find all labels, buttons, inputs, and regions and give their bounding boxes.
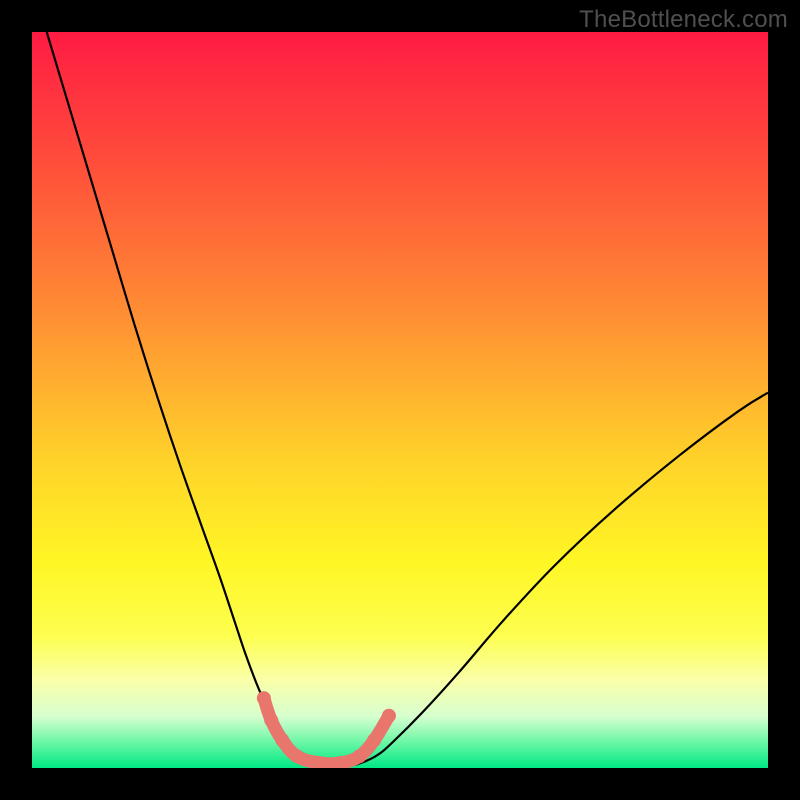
marker-dot — [257, 691, 271, 705]
chart-plot-area — [32, 32, 768, 768]
chart-background-gradient — [32, 32, 768, 768]
marker-dot — [275, 733, 289, 747]
marker-dot — [353, 749, 367, 763]
marker-dot — [382, 709, 396, 723]
marker-dot — [290, 749, 304, 763]
marker-dot — [264, 713, 278, 727]
watermark-text: TheBottleneck.com — [579, 6, 788, 34]
marker-dot — [367, 733, 381, 747]
bottleneck-chart — [32, 32, 768, 768]
